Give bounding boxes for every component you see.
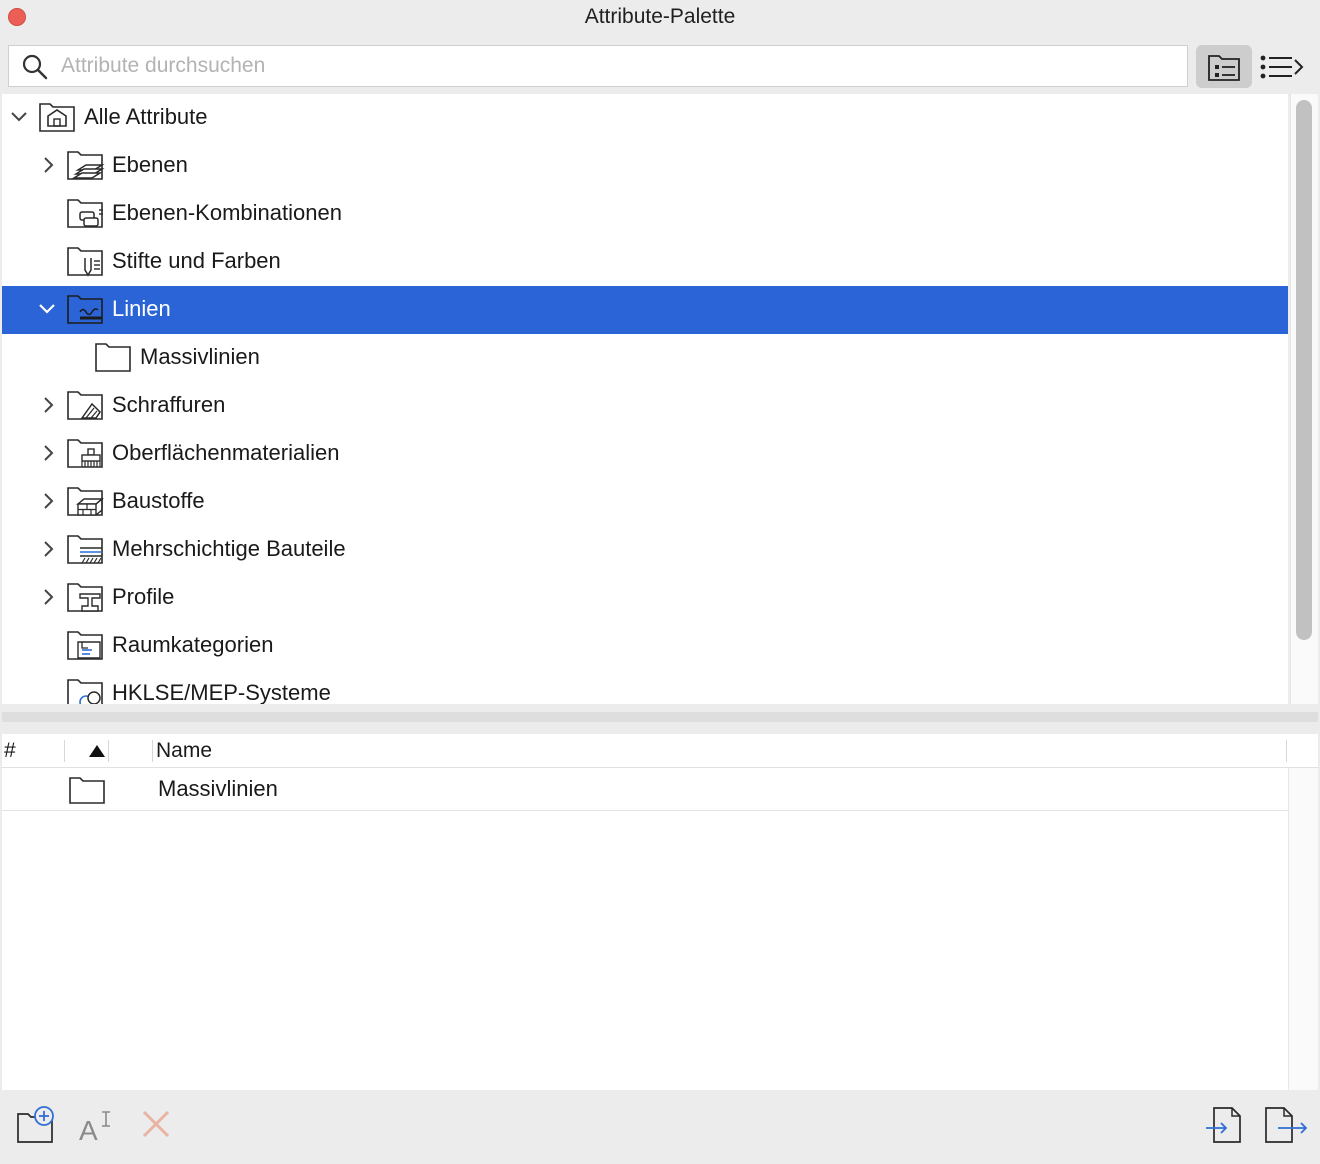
attribute-list[interactable]: Massivlinien bbox=[2, 768, 1288, 1090]
chevron-right-icon[interactable] bbox=[40, 588, 58, 606]
tree-item-label: Massivlinien bbox=[140, 344, 260, 369]
zone-categories-folder-icon bbox=[67, 631, 103, 660]
tree-item-label: Alle Attribute bbox=[84, 104, 208, 129]
tree-item-label: Mehrschichtige Bauteile bbox=[112, 536, 346, 561]
chevron-down-icon[interactable] bbox=[38, 300, 56, 318]
tree-item-label: Ebenen bbox=[112, 152, 188, 177]
pane-splitter[interactable] bbox=[2, 712, 1318, 722]
tree-scrollbar-thumb[interactable] bbox=[1296, 100, 1312, 640]
tree-item-label: Raumkategorien bbox=[112, 632, 274, 657]
tree-item-label: Schraffuren bbox=[112, 392, 226, 417]
tree-item-label: HKLSE/MEP-Systeme bbox=[112, 680, 331, 704]
pens-colors-folder-icon bbox=[67, 247, 103, 277]
column-header-number[interactable]: # bbox=[4, 739, 16, 763]
sort-ascending-icon[interactable] bbox=[88, 744, 106, 758]
chevron-right-icon[interactable] bbox=[40, 540, 58, 558]
list-item[interactable]: Massivlinien bbox=[2, 768, 1288, 811]
rename-icon[interactable]: A bbox=[78, 1104, 118, 1144]
folder-icon bbox=[69, 777, 105, 804]
mep-systems-folder-icon bbox=[67, 679, 103, 704]
tree-item-schraffuren[interactable]: Schraffuren bbox=[2, 382, 1288, 430]
column-divider[interactable] bbox=[1286, 740, 1287, 762]
column-divider[interactable] bbox=[108, 740, 109, 762]
new-folder-icon[interactable] bbox=[16, 1104, 58, 1144]
chevron-right-icon[interactable] bbox=[40, 444, 58, 462]
tree-item-ebenen-kombinationen[interactable]: Ebenen-Kombinationen bbox=[2, 190, 1288, 238]
composites-folder-icon bbox=[67, 535, 103, 564]
surfaces-folder-icon bbox=[67, 439, 103, 468]
export-icon[interactable] bbox=[1264, 1104, 1310, 1144]
column-divider[interactable] bbox=[64, 740, 65, 762]
column-divider[interactable] bbox=[152, 740, 153, 762]
tree-item-alle-attribute[interactable]: Alle Attribute bbox=[2, 94, 1288, 142]
bottom-toolbar: A bbox=[0, 1090, 1320, 1164]
list-scrollbar[interactable] bbox=[1288, 768, 1318, 1090]
profiles-folder-icon bbox=[67, 583, 103, 612]
folder-view-toggle-button[interactable] bbox=[1196, 45, 1252, 88]
search-icon bbox=[22, 54, 48, 80]
tree-item-massivlinien[interactable]: Massivlinien bbox=[2, 334, 1288, 382]
list-header: # Name bbox=[2, 734, 1318, 768]
layer-combinations-folder-icon bbox=[67, 199, 103, 228]
tree-item-baustoffe[interactable]: Baustoffe bbox=[2, 478, 1288, 526]
tree-item-hklse-mep-systeme[interactable]: HKLSE/MEP-Systeme bbox=[2, 670, 1288, 704]
chevron-right-icon[interactable] bbox=[40, 156, 58, 174]
tree-item-profile[interactable]: Profile bbox=[2, 574, 1288, 622]
folder-tree-icon bbox=[1208, 55, 1240, 81]
tree-item-oberflaechenmaterialien[interactable]: Oberflächenmaterialien bbox=[2, 430, 1288, 478]
import-icon[interactable] bbox=[1204, 1104, 1246, 1144]
tree-item-raumkategorien[interactable]: Raumkategorien bbox=[2, 622, 1288, 670]
search-input[interactable] bbox=[61, 46, 1171, 86]
fills-folder-icon bbox=[67, 391, 103, 420]
tree-item-label: Profile bbox=[112, 584, 175, 609]
all-attributes-folder-icon bbox=[39, 103, 75, 132]
window-title: Attribute-Palette bbox=[584, 5, 736, 28]
building-materials-folder-icon bbox=[67, 487, 104, 516]
tree-item-label: Oberflächenmaterialien bbox=[112, 440, 340, 465]
title-bar: Attribute-Palette bbox=[0, 0, 1320, 34]
tree-item-ebenen[interactable]: Ebenen bbox=[2, 142, 1288, 190]
column-header-name[interactable]: Name bbox=[156, 739, 212, 763]
tree-item-mehrschichtige-bauteile[interactable]: Mehrschichtige Bauteile bbox=[2, 526, 1288, 574]
list-view-icon[interactable] bbox=[1258, 50, 1306, 84]
chevron-right-icon[interactable] bbox=[40, 492, 58, 510]
tree-scrollbar[interactable] bbox=[1290, 94, 1318, 704]
chevron-right-icon[interactable] bbox=[40, 396, 58, 414]
folder-icon bbox=[95, 343, 131, 372]
chevron-down-icon[interactable] bbox=[10, 108, 28, 126]
search-box[interactable] bbox=[8, 45, 1188, 87]
tree-item-label: Baustoffe bbox=[112, 488, 205, 513]
svg-text:A: A bbox=[79, 1115, 98, 1144]
tree-item-stifte-und-farben[interactable]: Stifte und Farben bbox=[2, 238, 1288, 286]
tree-item-label: Stifte und Farben bbox=[112, 248, 281, 273]
tree-item-label: Linien bbox=[112, 296, 171, 321]
delete-icon[interactable] bbox=[140, 1104, 174, 1144]
tree-item-linien[interactable]: Linien bbox=[2, 286, 1288, 334]
list-item-name: Massivlinien bbox=[158, 776, 278, 801]
attribute-tree[interactable]: Alle Attribute Ebenen Ebenen-Kombination… bbox=[2, 94, 1288, 704]
lines-folder-icon bbox=[67, 295, 103, 324]
tree-item-label: Ebenen-Kombinationen bbox=[112, 200, 342, 225]
layers-folder-icon bbox=[67, 151, 105, 180]
